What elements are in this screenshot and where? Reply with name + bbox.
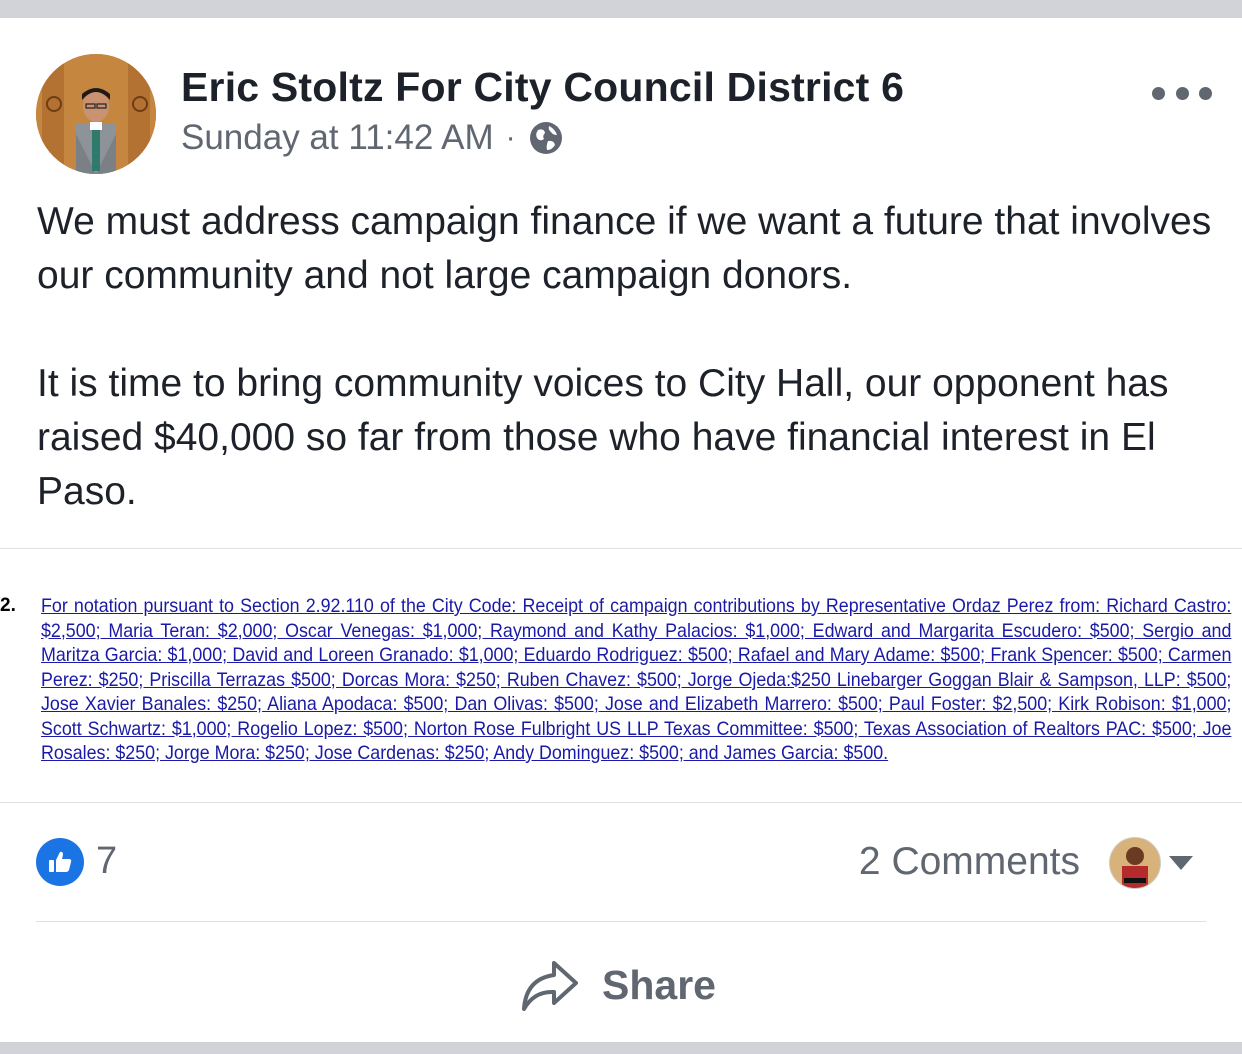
more-options-icon[interactable] — [1152, 78, 1212, 108]
page-avatar[interactable] — [36, 54, 156, 174]
post-meta: Sunday at 11:42 AM · — [181, 118, 564, 158]
post-body: We must address campaign finance if we w… — [37, 195, 1217, 519]
thumbs-up-icon[interactable] — [36, 838, 84, 886]
document-text: For notation pursuant to Section 2.92.11… — [41, 596, 1232, 764]
commenter-avatar[interactable] — [1109, 837, 1161, 889]
comments-count[interactable]: 2 Comments — [859, 840, 1080, 884]
share-button[interactable]: Share — [520, 950, 716, 1020]
share-arrow-icon — [522, 961, 578, 1011]
like-count[interactable]: 7 — [96, 840, 117, 883]
share-label: Share — [602, 961, 716, 1008]
post-paragraph: We must address campaign finance if we w… — [37, 200, 1212, 297]
meta-separator: · — [505, 121, 516, 154]
document-item-number: 2. — [0, 595, 16, 616]
page-name[interactable]: Eric Stoltz For City Council District 6 — [181, 64, 904, 111]
document-attachment[interactable]: 2. For notation pursuant to Section 2.92… — [0, 548, 1242, 803]
post-timestamp[interactable]: Sunday at 11:42 AM — [181, 118, 494, 158]
footer-divider — [36, 921, 1206, 922]
post-paragraph: It is time to bring community voices to … — [37, 362, 1169, 513]
bottom-frame-bar — [0, 1042, 1242, 1054]
globe-icon — [529, 122, 562, 154]
chevron-down-icon[interactable] — [1166, 853, 1196, 873]
top-frame-bar — [0, 0, 1242, 18]
